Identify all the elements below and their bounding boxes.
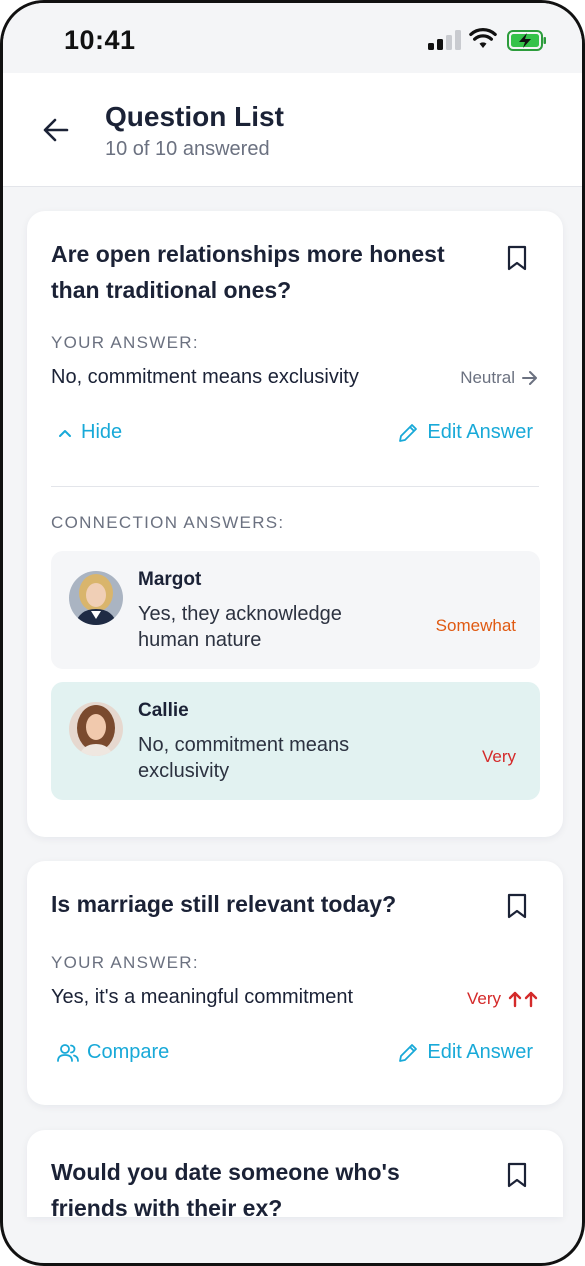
your-answer-label: YOUR ANSWER:	[51, 953, 199, 972]
your-answer-text: Yes, it's a meaningful commitment	[51, 986, 354, 1008]
wifi-icon	[469, 28, 497, 48]
pencil-icon	[399, 423, 418, 442]
users-icon	[57, 1043, 79, 1062]
question-card: Is marriage still relevant today? YOUR A…	[27, 861, 563, 1105]
pencil-icon	[399, 1043, 418, 1062]
importance-level: Very	[481, 747, 516, 766]
connection-name: Margot	[138, 569, 202, 590]
page-title: Question List	[105, 101, 284, 132]
app-header: Question List 10 of 10 answered	[3, 73, 582, 187]
answered-count: 10 of 10 answered	[105, 138, 270, 160]
edit-answer-button[interactable]: Edit Answer	[397, 1041, 533, 1064]
question-card: Would you date someone who's friends wit…	[27, 1130, 563, 1217]
hide-button[interactable]: Hide	[57, 421, 122, 444]
connection-answer: Yes, they acknowledge human nature	[138, 603, 342, 651]
phone-frame: 10:41 Question List 10 of 10 answered Ar…	[0, 0, 585, 1266]
question-text: Would you date someone who's friends wit…	[51, 1159, 400, 1217]
edit-answer-label: Edit Answer	[427, 1041, 533, 1063]
cellular-signal-icon	[428, 30, 461, 50]
your-answer-text: No, commitment means exclusivity	[51, 366, 359, 388]
bookmark-icon[interactable]	[505, 892, 529, 920]
bookmark-icon[interactable]	[505, 244, 529, 272]
chevron-up-icon	[59, 429, 71, 437]
edit-answer-button[interactable]: Edit Answer	[397, 421, 533, 444]
importance-label: Neutral	[460, 368, 515, 387]
double-arrow-up-icon	[508, 991, 538, 1008]
question-card: Are open relationships more honest than …	[27, 211, 563, 837]
avatar	[69, 571, 123, 625]
importance-indicator: Neutral	[460, 368, 539, 388]
avatar	[69, 702, 123, 756]
arrow-right-icon	[522, 371, 537, 385]
compare-label: Compare	[87, 1041, 170, 1063]
importance-level: Somewhat	[435, 616, 516, 635]
status-time: 10:41	[64, 25, 136, 55]
back-arrow-icon[interactable]	[41, 115, 71, 145]
hide-label: Hide	[81, 421, 123, 443]
connection-answer: No, commitment means exclusivity	[138, 734, 350, 782]
importance-label: Very	[466, 989, 501, 1008]
question-text: Are open relationships more honest than …	[51, 241, 445, 303]
bookmark-icon[interactable]	[505, 1161, 529, 1189]
status-bar: 10:41	[3, 3, 582, 73]
question-text: Is marriage still relevant today?	[51, 891, 397, 917]
compare-button[interactable]: Compare	[57, 1041, 169, 1064]
connection-answers-label: CONNECTION ANSWERS:	[51, 513, 285, 532]
connection-answer-item[interactable]: Margot Yes, they acknowledge human natur…	[51, 551, 540, 669]
connection-answer-item[interactable]: Callie No, commitment means exclusivity …	[51, 682, 540, 800]
battery-charging-icon	[507, 30, 546, 51]
edit-answer-label: Edit Answer	[427, 421, 533, 443]
connection-name: Callie	[138, 700, 189, 721]
importance-indicator: Very	[467, 989, 539, 1009]
divider	[51, 486, 539, 487]
your-answer-label: YOUR ANSWER:	[51, 333, 199, 352]
